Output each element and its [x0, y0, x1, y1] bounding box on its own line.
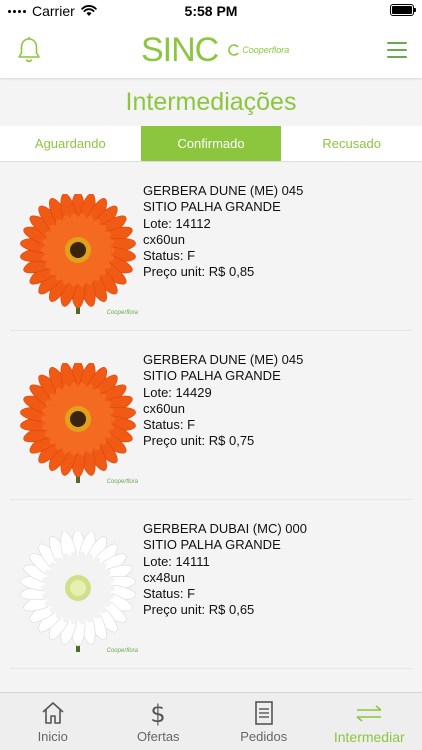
- status-time: 5:58 PM: [184, 3, 238, 19]
- image-logo: Cooperflora: [106, 479, 138, 485]
- product-name: GERBERA DUBAI (MC) 000: [143, 521, 307, 536]
- dollar-icon: $: [151, 700, 166, 727]
- image-logo: Cooperflora: [106, 310, 138, 316]
- cooperflora-logo: Cooperflora: [228, 44, 289, 56]
- nav-label: Ofertas: [136, 729, 180, 744]
- status-bar: Carrier 5:58 PM: [0, 0, 422, 22]
- producer-name: SITIO PALHA GRANDE: [143, 368, 281, 384]
- price-value: Preço unit: R$ 0,75: [143, 433, 255, 449]
- product-name: GERBERA DUNE (ME) 045: [143, 352, 304, 367]
- nav-inicio[interactable]: Inicio: [0, 693, 106, 750]
- sinc-logo-text: SINC: [141, 30, 219, 69]
- lote-value: Lote: 14429: [143, 384, 212, 400]
- tab-bar: Aguardando Confirmado Recusado: [0, 126, 422, 162]
- lote-value: Lote: 14111: [143, 553, 210, 569]
- tab-confirmado[interactable]: Confirmado: [140, 126, 282, 161]
- nav-label: Pedidos: [240, 729, 288, 744]
- nav-label: Inicio: [37, 729, 68, 744]
- nav-label: Intermediar: [333, 729, 405, 745]
- list-item[interactable]: Cooperflora GERBERA DUNE (ME) 045 SITIO …: [10, 331, 412, 500]
- producer-name: SITIO PALHA GRANDE: [143, 537, 281, 553]
- status-value: Status: F: [143, 417, 196, 433]
- image-logo: Cooperflora: [106, 648, 138, 654]
- battery-icon: [390, 4, 416, 16]
- nav-pedidos[interactable]: Pedidos: [211, 693, 317, 750]
- swap-arrows-icon: [356, 705, 382, 722]
- cooperflora-logo-icon: [228, 44, 239, 56]
- nav-ofertas[interactable]: $ Ofertas: [106, 693, 212, 750]
- list-item[interactable]: Cooperflora GERBERA DUNE (ME) 045 SITIO …: [10, 162, 412, 331]
- svg-text:$: $: [151, 700, 166, 727]
- bottom-navigation: Inicio $ Ofertas Pedidos Intermediar: [0, 692, 422, 750]
- lote-value: Lote: 14112: [143, 215, 211, 231]
- app-header: SINC Cooperflora: [0, 22, 422, 78]
- app-logo: SINC Cooperflora: [141, 30, 289, 69]
- status-value: Status: F: [143, 248, 196, 264]
- cooperflora-logo-text: Cooperflora: [242, 45, 290, 55]
- price-value: Preço unit: R$ 0,85: [143, 264, 255, 280]
- flower-image: Cooperflora: [20, 191, 138, 316]
- page-title: Intermediações: [125, 88, 297, 116]
- product-name: GERBERA DUNE (ME) 045: [143, 183, 304, 198]
- tab-recusado[interactable]: Recusado: [281, 126, 422, 161]
- flower-image: Cooperflora: [20, 529, 138, 654]
- package-value: cx60un: [143, 400, 185, 416]
- price-value: Preço unit: R$ 0,65: [143, 602, 255, 618]
- tab-aguardando[interactable]: Aguardando: [0, 126, 141, 161]
- package-value: cx60un: [143, 231, 185, 247]
- item-info: GERBERA DUBAI (MC) 000 SITIO PALHA GRAND…: [143, 521, 307, 619]
- list-item[interactable]: Cooperflora GERBERA DUBAI (MC) 000 SITIO…: [10, 500, 412, 669]
- package-value: cx48un: [143, 569, 185, 585]
- hamburger-menu-icon[interactable]: [387, 42, 407, 58]
- home-icon: [42, 702, 64, 724]
- item-info: GERBERA DUNE (ME) 045 SITIO PALHA GRANDE…: [143, 352, 303, 450]
- intermediation-list: Cooperflora GERBERA DUNE (ME) 045 SITIO …: [0, 162, 422, 692]
- nav-intermediar[interactable]: Intermediar: [317, 693, 422, 750]
- flower-image: Cooperflora: [20, 360, 138, 485]
- document-icon: [254, 701, 273, 725]
- status-value: Status: F: [143, 586, 196, 602]
- item-info: GERBERA DUNE (ME) 045 SITIO PALHA GRANDE…: [143, 183, 303, 281]
- producer-name: SITIO PALHA GRANDE: [143, 199, 281, 215]
- bell-icon[interactable]: [16, 36, 42, 64]
- battery-level: [392, 6, 412, 14]
